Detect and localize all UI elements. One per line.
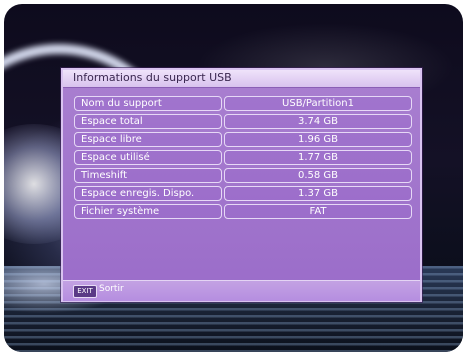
info-row-total-space: Espace total 3.74 GB [74,114,412,129]
row-label: Espace total [74,114,222,129]
info-row-timeshift: Timeshift 0.58 GB [74,168,412,183]
row-label: Fichier système [74,204,222,219]
dialog-footer: EXIT Sortir [63,280,420,301]
row-value: FAT [224,204,412,219]
info-row-media-name: Nom du support USB/Partition1 [74,96,412,111]
row-value: 1.77 GB [224,150,412,165]
row-value: 0.58 GB [224,168,412,183]
info-row-used-space: Espace utilisé 1.77 GB [74,150,412,165]
row-value: USB/Partition1 [224,96,412,111]
info-row-recording-space: Espace enregis. Dispo. 1.37 GB [74,186,412,201]
row-value: 1.37 GB [224,186,412,201]
row-label: Espace enregis. Dispo. [74,186,222,201]
dialog-title-bar: Informations du support USB [63,70,420,88]
usb-info-dialog: Informations du support USB Nom du suppo… [61,68,422,302]
row-label: Espace utilisé [74,150,222,165]
row-label: Espace libre [74,132,222,147]
exit-key-badge[interactable]: EXIT [73,285,97,298]
row-label: Nom du support [74,96,222,111]
exit-label: Sortir [99,284,124,294]
info-row-free-space: Espace libre 1.96 GB [74,132,412,147]
dialog-title: Informations du support USB [73,71,232,84]
row-label: Timeshift [74,168,222,183]
row-value: 3.74 GB [224,114,412,129]
row-value: 1.96 GB [224,132,412,147]
info-row-file-system: Fichier système FAT [74,204,412,219]
